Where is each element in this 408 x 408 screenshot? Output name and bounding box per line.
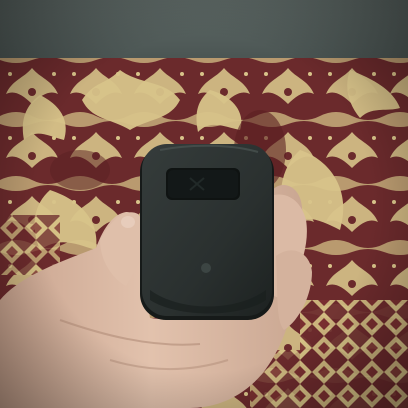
photo-vignette — [0, 0, 408, 408]
photo-illustration — [0, 0, 408, 408]
photo-scene — [0, 0, 408, 408]
